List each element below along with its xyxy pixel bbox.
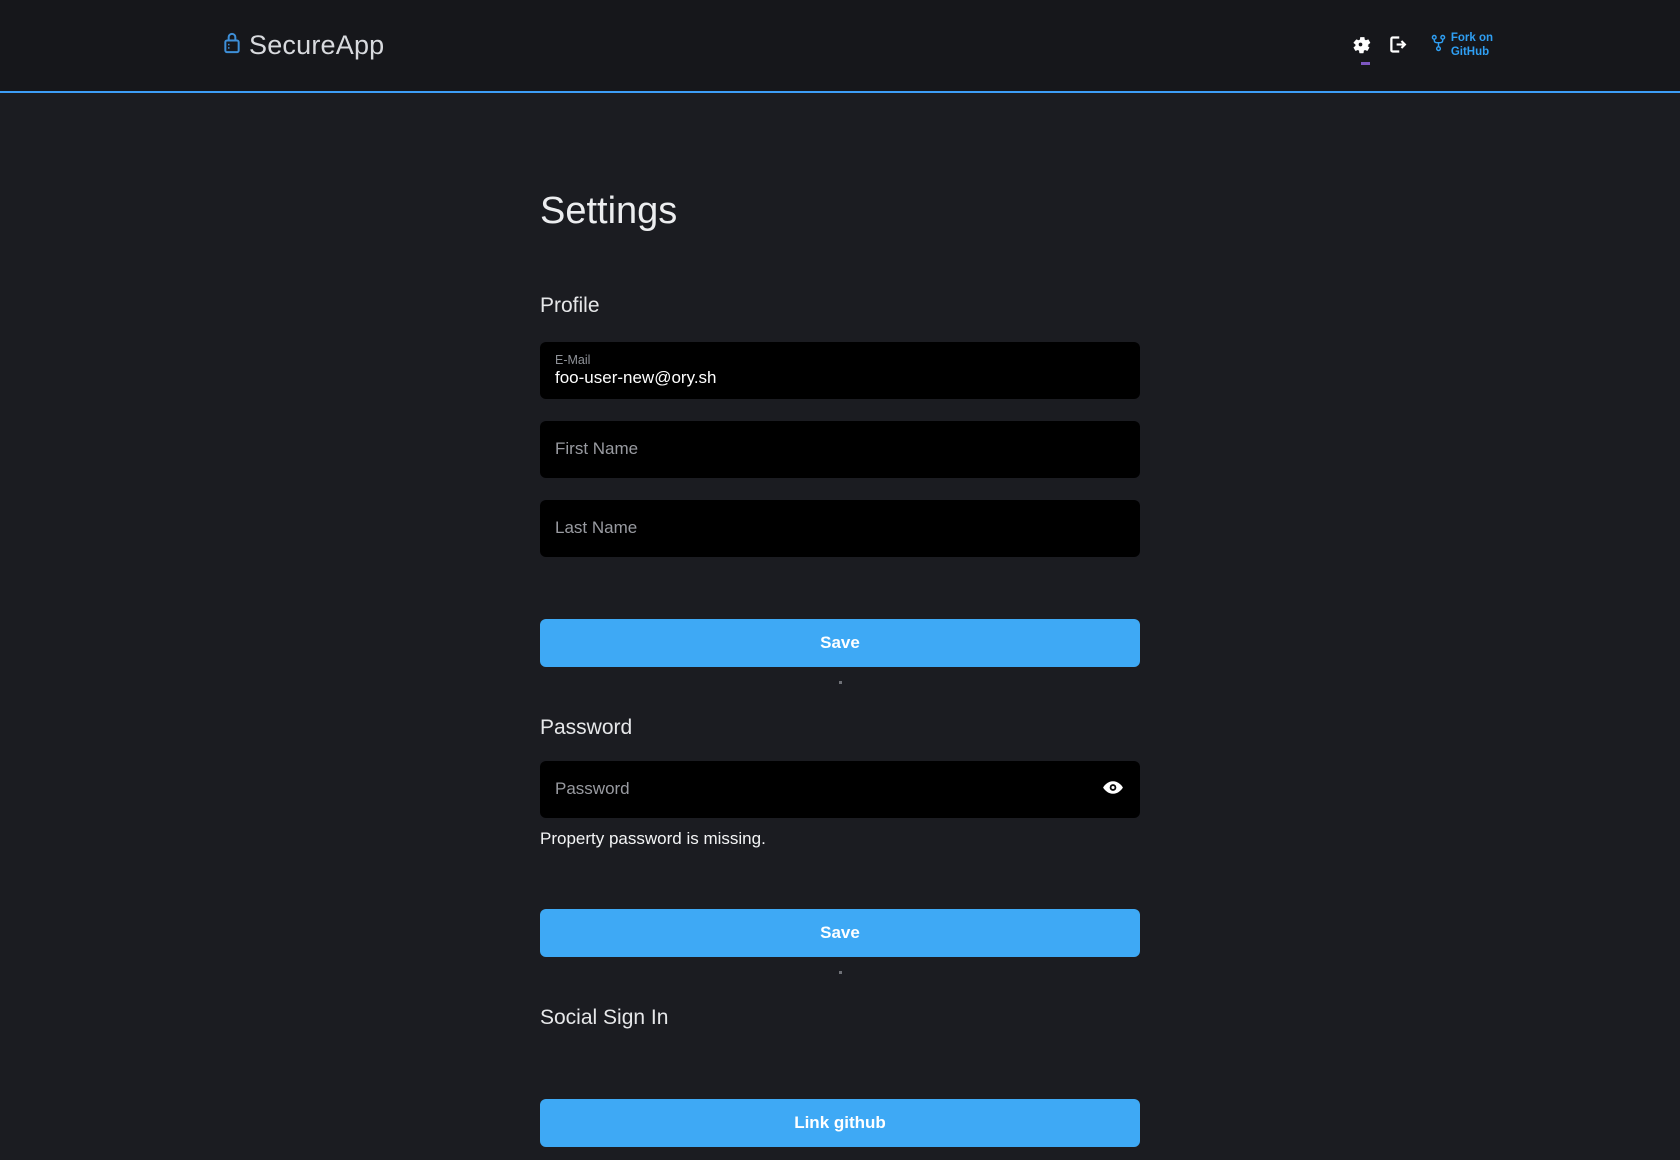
settings-button[interactable] (1350, 34, 1371, 58)
email-field-label: E-Mail (555, 352, 1125, 368)
password-error-message: Property password is missing. (540, 829, 1140, 849)
fork-on-github-link[interactable]: Fork on GitHub (1430, 32, 1493, 60)
email-field[interactable]: E-Mail (540, 342, 1140, 399)
profile-section-heading: Profile (540, 293, 1140, 318)
app-header: SecureApp (0, 0, 1680, 93)
app-name: SecureApp (249, 29, 384, 61)
email-input[interactable] (555, 368, 1125, 388)
separator-dot (839, 681, 842, 684)
first-name-input[interactable] (540, 421, 1140, 478)
gear-underline-accent (1361, 62, 1370, 65)
password-field[interactable] (540, 761, 1140, 818)
gear-icon (1350, 34, 1371, 58)
password-input[interactable] (540, 761, 1140, 818)
social-section-heading: Social Sign In (540, 1005, 1140, 1030)
eye-icon (1102, 779, 1124, 800)
last-name-input[interactable] (540, 500, 1140, 557)
first-name-field[interactable] (540, 421, 1140, 478)
page-title: Settings (540, 189, 1140, 235)
last-name-field[interactable] (540, 500, 1140, 557)
logout-icon (1387, 34, 1408, 58)
fork-icon (1430, 33, 1447, 58)
save-profile-button[interactable]: Save (540, 619, 1140, 667)
separator-dot (839, 971, 842, 974)
save-password-button[interactable]: Save (540, 909, 1140, 957)
settings-page: Settings Profile E-Mail Save Password Pr… (540, 189, 1140, 1147)
app-logo[interactable]: SecureApp (222, 29, 384, 61)
toggle-password-visibility-button[interactable] (1100, 777, 1126, 802)
password-section-heading: Password (540, 715, 1140, 740)
lock-icon (222, 30, 242, 61)
header-actions: Fork on GitHub (1350, 32, 1493, 60)
logout-button[interactable] (1387, 34, 1408, 58)
link-github-button[interactable]: Link github (540, 1099, 1140, 1147)
fork-link-label: Fork on GitHub (1451, 32, 1493, 60)
